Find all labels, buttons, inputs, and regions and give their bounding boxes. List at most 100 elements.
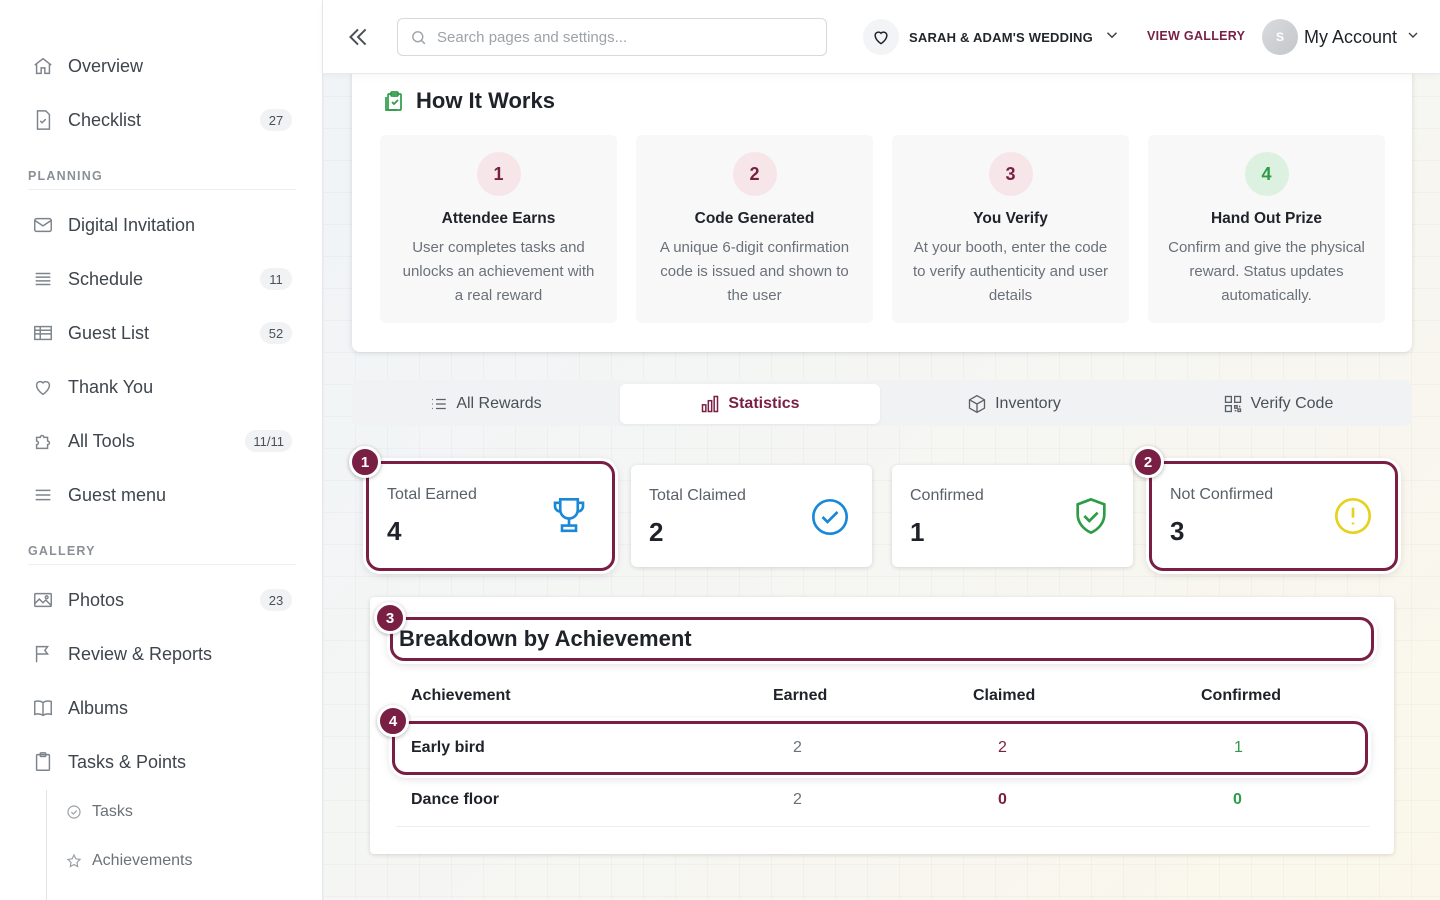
bar-chart-icon [700,394,720,414]
sidebar-subitem-achievements[interactable]: Achievements [66,846,193,876]
sidebar-item-all-tools[interactable]: All Tools 11/11 [28,421,292,461]
count-badge: 11/11 [245,430,292,452]
step-number: 1 [476,152,521,196]
top-header: SARAH & ADAM'S WEDDING VIEW GALLERY S My… [323,0,1440,74]
step-title: Code Generated [694,210,815,227]
sidebar-item-checklist[interactable]: Checklist 27 [28,100,292,140]
event-name: SARAH & ADAM'S WEDDING [909,29,1093,45]
tab-statistics[interactable]: Statistics [620,384,880,424]
step-description: User completes tasks and unlocks an achi… [402,239,595,304]
table-row[interactable]: Dance floor 2 0 0 [396,775,1370,827]
sidebar-item-thank-you[interactable]: Thank You [28,367,292,407]
stat-card-total-claimed: Total Claimed 2 [631,465,872,567]
chevron-down-icon [1405,27,1421,48]
sidebar-item-guest-list[interactable]: Guest List 52 [28,313,292,353]
star-icon [66,853,82,869]
tab-label: Statistics [728,395,800,412]
how-it-works-heading: How It Works [382,88,555,114]
table-row[interactable]: Early bird 2 2 1 [392,721,1368,775]
sidebar-item-guest-menu[interactable]: Guest menu [28,475,292,515]
step-card: 4 Hand Out Prize Confirm and give the ph… [1148,135,1385,323]
breakdown-title: Breakdown by Achievement [390,617,1374,661]
submenu-line [46,790,47,900]
count-badge: 23 [260,589,292,611]
sidebar-item-schedule[interactable]: Schedule 11 [28,259,292,299]
stat-value: 1 [910,517,925,547]
clipboard-icon [32,751,54,773]
tab-label: All Rewards [456,395,542,412]
alert-circle-icon [1333,496,1373,541]
annotation-marker: 1 [349,446,381,478]
book-icon [32,697,54,719]
row-earned: 2 [793,739,802,756]
stat-value: 2 [649,517,664,547]
sidebar: Overview Checklist 27 PLANNING Digital I… [0,0,323,900]
sidebar-item-label: Albums [68,697,129,718]
count-badge: 52 [260,322,292,344]
check-circle-icon [66,804,82,820]
account-label: My Account [1304,26,1398,47]
row-achievement: Dance floor [411,791,500,808]
puzzle-icon [32,430,54,452]
step-title: Attendee Earns [441,210,556,227]
stat-card-confirmed: Confirmed 1 [892,465,1133,567]
sidebar-item-label: Thank You [68,376,154,397]
step-card: 1 Attendee Earns User completes tasks an… [380,135,617,323]
step-number: 4 [1244,152,1289,196]
list-icon [430,395,448,413]
section-label-gallery: GALLERY [28,544,296,565]
heart-icon [32,376,54,398]
row-confirmed: 0 [1233,791,1242,808]
image-icon [32,589,54,611]
check-circle-icon [810,497,850,542]
mail-icon [32,214,54,236]
flag-icon [32,643,54,665]
sidebar-item-photos[interactable]: Photos 23 [28,580,292,620]
column-header: Claimed [973,687,1036,704]
section-title: How It Works [416,88,555,113]
tab-label: Inventory [995,395,1061,412]
event-selector[interactable]: SARAH & ADAM'S WEDDING [863,19,1121,55]
annotation-marker: 3 [374,602,406,634]
sidebar-item-label: Schedule [68,268,144,289]
step-card: 3 You Verify At your booth, enter the co… [892,135,1129,323]
sidebar-item-digital-invitation[interactable]: Digital Invitation [28,205,292,245]
count-badge: 27 [260,109,292,131]
account-menu[interactable]: S My Account [1262,18,1421,56]
box-icon [967,394,987,414]
chevron-down-icon [1103,26,1121,49]
tab-verify-code[interactable]: Verify Code [1148,384,1408,424]
section-label-planning: PLANNING [28,169,296,190]
annotation-marker: 2 [1132,446,1164,478]
rewards-tabs: All Rewards Statistics Inventory Verify … [352,380,1412,426]
sidebar-item-overview[interactable]: Overview [28,46,292,86]
sidebar-item-label: All Tools [68,430,135,451]
home-icon [32,55,54,77]
tab-inventory[interactable]: Inventory [884,384,1144,424]
column-header: Confirmed [1201,687,1281,704]
list-icon [32,268,54,290]
view-gallery-link[interactable]: VIEW GALLERY [1147,29,1245,43]
sidebar-item-label: Overview [68,55,144,76]
sidebar-item-label: Digital Invitation [68,214,196,235]
breakdown-card: Breakdown by Achievement Achievement Ear… [370,597,1394,854]
stat-value: 3 [1170,516,1185,546]
step-number: 3 [988,152,1033,196]
count-badge: 11 [260,268,292,290]
stat-title: Confirmed [910,487,984,504]
collapse-sidebar-icon[interactable] [345,24,371,50]
tab-label: Verify Code [1250,395,1334,412]
step-description: Confirm and give the physical reward. St… [1168,239,1365,304]
sidebar-item-review-reports[interactable]: Review & Reports [28,634,292,674]
shield-check-icon [1071,495,1111,542]
sidebar-subitem-tasks[interactable]: Tasks [66,797,133,827]
sidebar-item-label: Photos [68,589,125,610]
sidebar-item-albums[interactable]: Albums [28,688,292,728]
step-description: A unique 6-digit confirmation code is is… [659,239,850,304]
avatar: S [1262,19,1298,55]
column-header: Earned [773,687,828,704]
sidebar-item-tasks-points[interactable]: Tasks & Points [28,742,292,782]
tab-all-rewards[interactable]: All Rewards [356,384,616,424]
search-input[interactable] [437,28,797,46]
sidebar-item-label: Guest List [68,322,150,343]
